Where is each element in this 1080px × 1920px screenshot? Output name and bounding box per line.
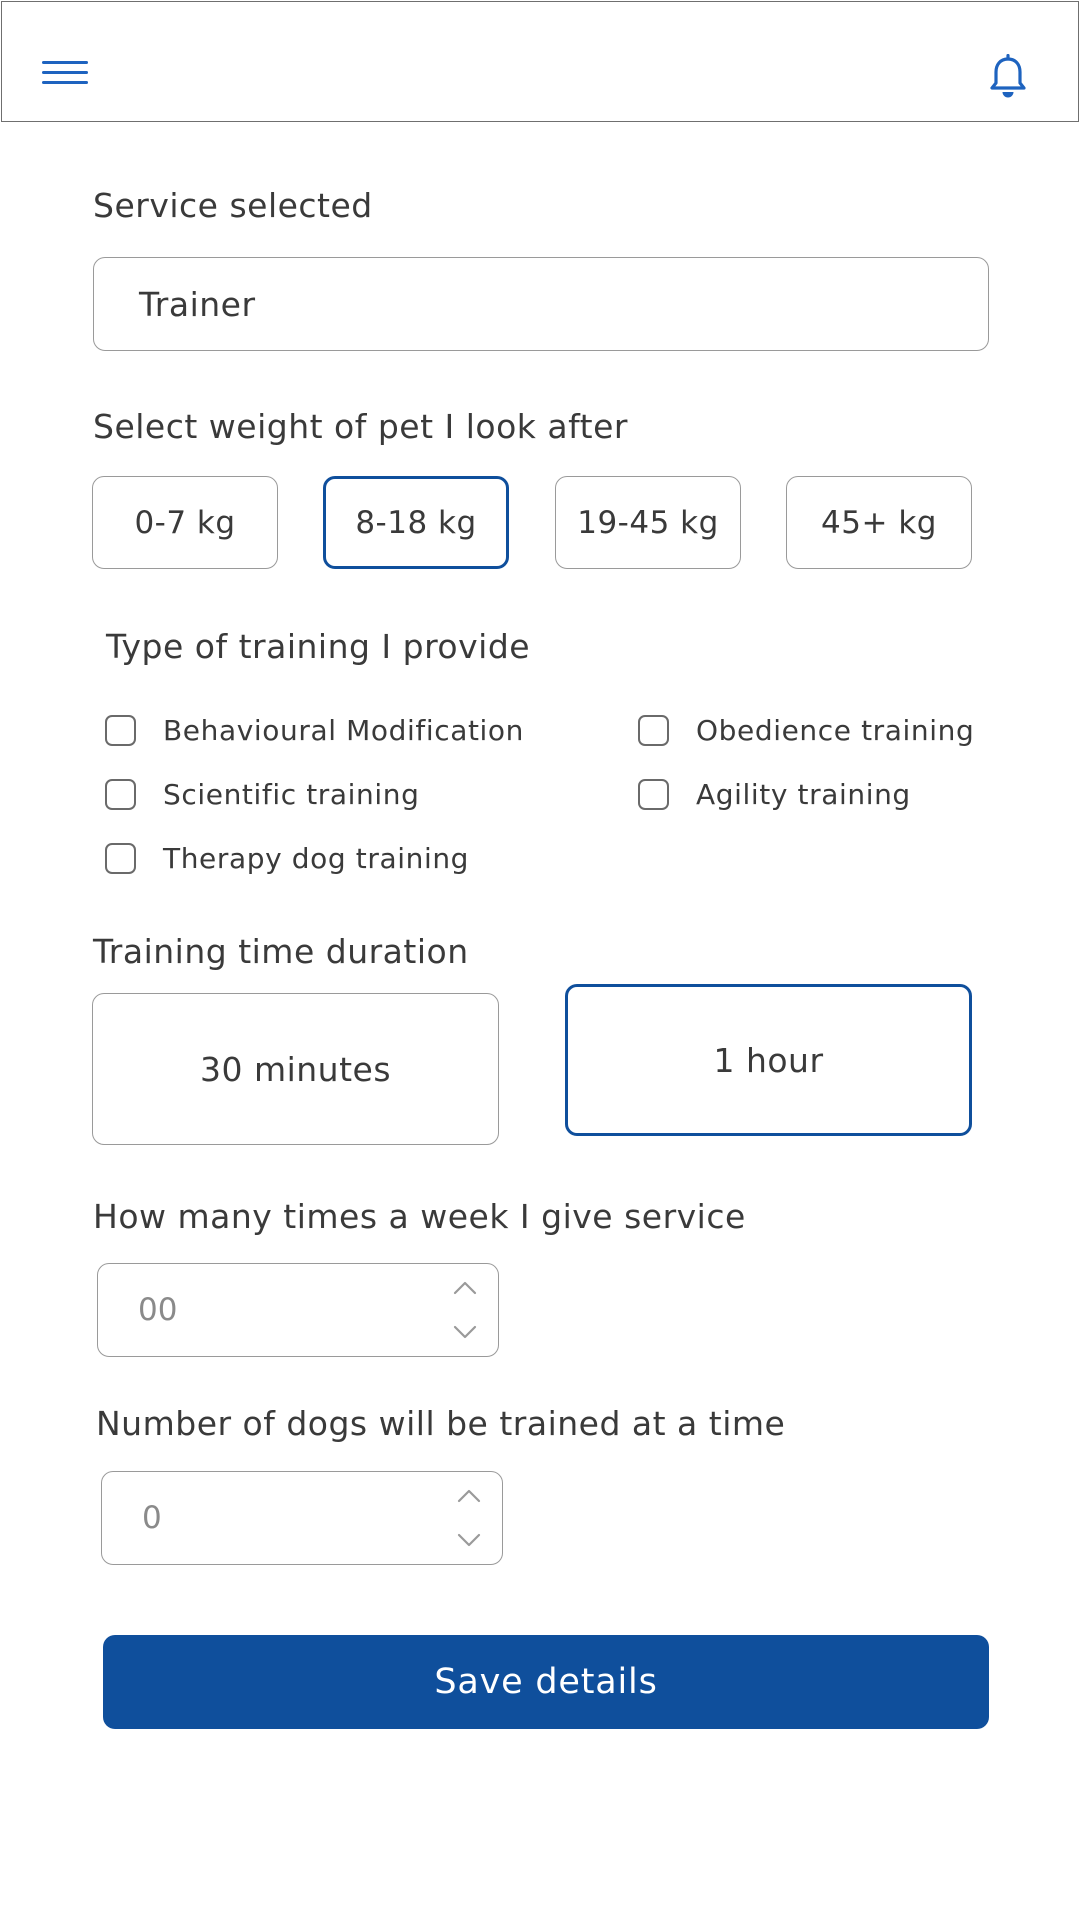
weight-chip-19-45kg[interactable]: 19-45 kg [555,476,741,569]
checkbox-label: Therapy dog training [163,842,470,875]
checkbox-label: Obedience training [696,714,975,747]
chevron-down-icon[interactable] [456,1532,482,1548]
service-field[interactable]: Trainer [93,257,989,351]
duration-1-hour[interactable]: 1 hour [565,984,972,1136]
checkbox-behavioural-modification[interactable]: Behavioural Modification [105,714,524,747]
times-per-week-value: 00 [138,1292,178,1328]
training-type-label: Type of training I provide [106,627,531,666]
dogs-at-a-time-label: Number of dogs will be trained at a time [96,1404,786,1443]
weight-chip-8-18kg[interactable]: 8-18 kg [323,476,509,569]
weight-label: Select weight of pet I look after [93,407,628,446]
dogs-at-a-time-value: 0 [142,1500,162,1536]
checkbox-label: Scientific training [163,778,420,811]
service-details-screen: Service selected Trainer Select weight o… [0,0,1080,1920]
times-per-week-stepper[interactable]: 00 [97,1263,499,1357]
weight-chip-45plus-kg[interactable]: 45+ kg [786,476,972,569]
save-details-button[interactable]: Save details [103,1635,989,1729]
checkbox-scientific-training[interactable]: Scientific training [105,778,419,811]
bell-icon[interactable] [989,54,1027,98]
checkbox-therapy-dog-training[interactable]: Therapy dog training [105,842,469,875]
checkbox-label: Behavioural Modification [163,714,524,747]
service-selected-label: Service selected [93,186,373,225]
times-per-week-label: How many times a week I give service [93,1197,746,1236]
checkbox[interactable] [638,715,669,746]
duration-30-minutes[interactable]: 30 minutes [92,993,499,1145]
hamburger-menu-icon[interactable] [42,58,88,88]
dogs-at-a-time-stepper[interactable]: 0 [101,1471,503,1565]
checkbox-obedience-training[interactable]: Obedience training [638,714,974,747]
weight-chip-0-7kg[interactable]: 0-7 kg [92,476,278,569]
checkbox[interactable] [105,779,136,810]
checkbox[interactable] [638,779,669,810]
checkbox-label: Agility training [696,778,911,811]
chevron-down-icon[interactable] [452,1324,478,1340]
top-bar [1,1,1079,122]
chevron-up-icon[interactable] [456,1488,482,1504]
checkbox[interactable] [105,715,136,746]
service-value: Trainer [139,284,256,324]
chevron-up-icon[interactable] [452,1280,478,1296]
checkbox-agility-training[interactable]: Agility training [638,778,911,811]
checkbox[interactable] [105,843,136,874]
duration-label: Training time duration [93,932,469,971]
